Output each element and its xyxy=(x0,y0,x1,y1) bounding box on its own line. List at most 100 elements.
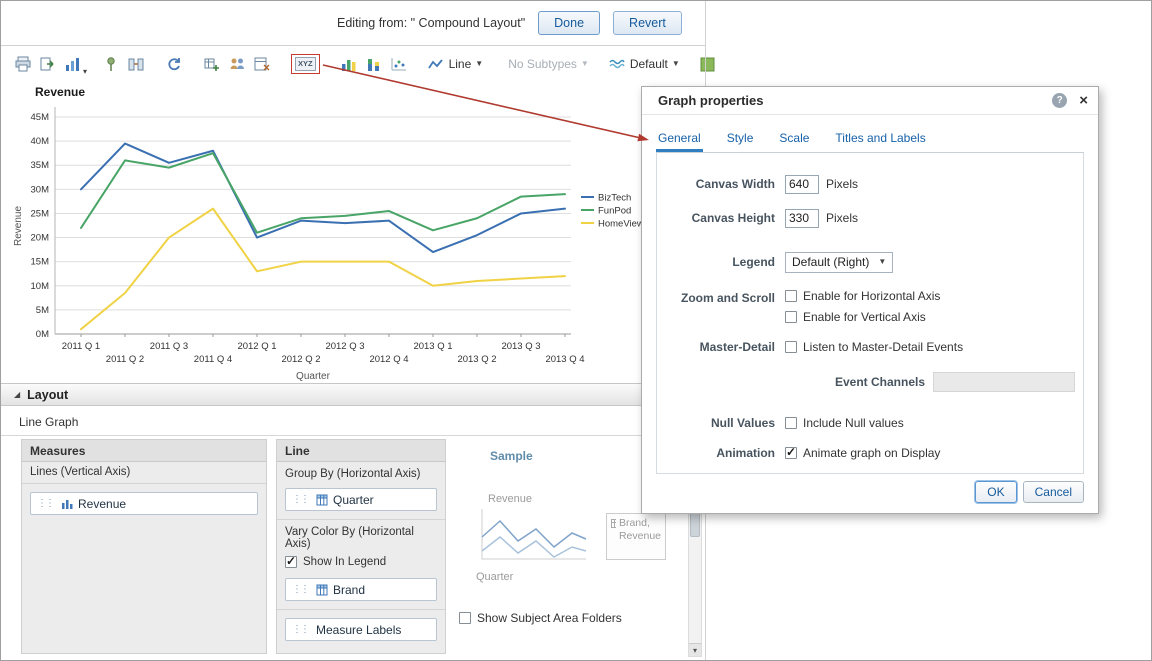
show-in-legend-label: Show In Legend xyxy=(303,556,387,568)
svg-text:2012 Q 1: 2012 Q 1 xyxy=(237,341,276,352)
ok-button[interactable]: OK xyxy=(975,481,1017,503)
null-values-label: Null Values xyxy=(710,416,775,430)
svg-text:10M: 10M xyxy=(31,281,50,292)
dialog-tabs: General Style Scale Titles and Labels xyxy=(656,121,1084,153)
tab-scale[interactable]: Scale xyxy=(777,127,811,152)
scatter-graph-type-button[interactable] xyxy=(390,56,408,72)
drag-handle-icon[interactable]: ⋮⋮ xyxy=(292,584,310,595)
export-button[interactable] xyxy=(39,56,57,72)
show-in-legend-checkbox[interactable] xyxy=(285,554,297,568)
show-in-legend-row: Show In Legend xyxy=(277,550,445,570)
canvas-width-row: Canvas Width Pixels xyxy=(657,173,1083,195)
zoom-scroll-row: Zoom and Scroll Enable for Horizontal Ax… xyxy=(657,289,1083,324)
done-button[interactable]: Done xyxy=(538,11,601,35)
graph-toolbar: ▾ XYZ Line ▼ No Subtypes ▼ Default ▼ xyxy=(1,47,715,81)
animation-label: Animation xyxy=(716,446,775,460)
tab-titles-and-labels[interactable]: Titles and Labels xyxy=(833,127,927,152)
legend-dropdown[interactable]: Default (Right) ▼ xyxy=(785,251,894,273)
svg-text:2012 Q 3: 2012 Q 3 xyxy=(325,341,364,352)
graph-type-label: Line xyxy=(448,57,472,71)
copy-formatting-button[interactable] xyxy=(127,56,145,72)
zoom-horizontal-label: Enable for Horizontal Axis xyxy=(803,289,941,303)
measure-columns-icon xyxy=(62,499,73,509)
scrollbar-down-button[interactable]: ▾ xyxy=(689,643,701,656)
measure-labels-item[interactable]: ⋮⋮ Measure Labels xyxy=(285,618,437,641)
null-values-checkbox[interactable] xyxy=(785,417,797,429)
new-group-button[interactable] xyxy=(228,56,246,72)
zoom-vertical-label: Enable for Vertical Axis xyxy=(803,310,926,324)
pixels-label: Pixels xyxy=(826,177,859,191)
svg-text:FunPod: FunPod xyxy=(598,206,631,217)
group-by-label: Group By (Horizontal Axis) xyxy=(285,468,421,480)
svg-text:2011 Q 4: 2011 Q 4 xyxy=(194,354,232,365)
vary-color-item-brand[interactable]: ⋮⋮ Brand xyxy=(285,578,437,601)
print-button[interactable] xyxy=(14,56,32,72)
export-icon xyxy=(40,57,54,71)
master-detail-label: Master-Detail xyxy=(699,340,775,354)
revenue-line-chart: 0M 5M 10M 15M 20M 25M 30M 35M 40M 45M 2011 Q 1 2011… xyxy=(9,81,704,383)
refresh-icon xyxy=(168,58,180,71)
canvas-height-input[interactable] xyxy=(785,208,819,228)
chevron-down-icon: ▼ xyxy=(671,59,680,68)
new-measure-icon xyxy=(204,58,219,71)
svg-text:15M: 15M xyxy=(31,257,50,268)
drag-handle-icon[interactable]: ⋮⋮ xyxy=(292,624,310,635)
revert-button[interactable]: Revert xyxy=(613,11,682,35)
dialog-footer: OK Cancel xyxy=(975,481,1084,503)
copy-formatting-icon xyxy=(128,58,144,71)
lines-vertical-axis-label: Lines (Vertical Axis) xyxy=(22,462,266,484)
measure-item-revenue[interactable]: ⋮⋮ Revenue xyxy=(30,492,258,515)
event-channels-input[interactable] xyxy=(933,372,1076,392)
drag-handle-icon[interactable]: ⋮⋮ xyxy=(37,498,55,509)
svg-text:Revenue: Revenue xyxy=(35,85,85,99)
dialog-title: Graph properties xyxy=(658,93,764,108)
svg-text:2013 Q 2: 2013 Q 2 xyxy=(457,354,496,365)
show-subject-area-folders-label: Show Subject Area Folders xyxy=(477,611,622,625)
xyz-icon: XYZ xyxy=(295,57,316,71)
graph-properties-button[interactable]: XYZ xyxy=(291,54,320,74)
drag-handle-icon[interactable]: ⋮⋮ xyxy=(292,494,310,505)
help-icon[interactable]: ? xyxy=(1052,93,1068,108)
canvas-width-input[interactable] xyxy=(785,174,819,194)
new-calculated-item-button[interactable] xyxy=(253,56,271,72)
revenue-chart: 0M 5M 10M 15M 20M 25M 30M 35M 40M 45M 2011 Q 1 2011… xyxy=(13,85,644,382)
view-selector-button[interactable]: ▾ xyxy=(64,56,87,76)
event-channels-label: Event Channels xyxy=(835,375,926,389)
line-panel-title: Line xyxy=(277,440,445,462)
animation-checkbox[interactable] xyxy=(785,445,797,459)
zoom-horizontal-checkbox[interactable] xyxy=(785,290,797,302)
tab-style[interactable]: Style xyxy=(725,127,756,152)
refresh-button[interactable] xyxy=(165,56,183,72)
master-detail-option-label: Listen to Master-Detail Events xyxy=(803,340,964,354)
stacked-graph-type-button[interactable] xyxy=(365,56,383,72)
color-swatch-button[interactable] xyxy=(700,57,715,72)
divider xyxy=(277,609,445,610)
green-swatch-icon xyxy=(700,57,715,71)
bar-graph-icon xyxy=(341,60,356,71)
style-select[interactable]: Default ▼ xyxy=(609,57,680,71)
style-label: Default xyxy=(629,57,668,71)
master-detail-checkbox[interactable] xyxy=(785,341,797,353)
pixels-label: Pixels xyxy=(826,211,859,225)
new-measure-button[interactable] xyxy=(203,56,221,72)
group-by-item-label: Quarter xyxy=(333,492,374,507)
show-subject-area-folders-checkbox[interactable] xyxy=(459,612,471,624)
dialog-general-panel: Canvas Width Pixels Canvas Height Pixels… xyxy=(656,153,1084,474)
layout-panel-header[interactable]: ◢ Layout xyxy=(1,383,705,406)
zoom-vertical-checkbox[interactable] xyxy=(785,311,797,323)
cancel-button[interactable]: Cancel xyxy=(1022,481,1084,503)
line-panel: Line Group By (Horizontal Axis) ⋮⋮ Quart… xyxy=(276,439,446,654)
null-values-row: Null Values Include Null values xyxy=(657,412,1083,434)
collapse-triangle-icon[interactable]: ◢ xyxy=(14,390,20,399)
group-by-item-quarter[interactable]: ⋮⋮ Quarter xyxy=(285,488,437,511)
sample-title: Sample xyxy=(490,449,533,463)
subtype-label: No Subtypes xyxy=(508,57,577,71)
svg-text:2012 Q 4: 2012 Q 4 xyxy=(369,354,408,365)
close-icon[interactable]: × xyxy=(1079,92,1088,109)
pin-button[interactable] xyxy=(102,56,120,72)
tab-general[interactable]: General xyxy=(656,127,703,152)
pin-icon xyxy=(107,57,115,71)
bar-graph-type-button[interactable] xyxy=(340,56,358,72)
graph-type-select[interactable]: Line ▼ xyxy=(427,57,483,71)
chevron-down-icon: ▼ xyxy=(878,257,887,266)
